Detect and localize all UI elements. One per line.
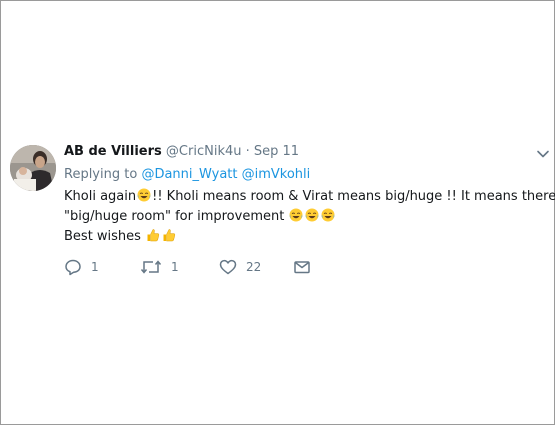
face-with-tears-of-joy-emoji	[289, 208, 303, 222]
replying-to-label: Replying to	[64, 167, 138, 182]
reply-icon	[65, 259, 81, 276]
retweet-button[interactable]: 1	[140, 257, 179, 277]
like-button[interactable]: 22	[219, 257, 261, 277]
thumbs-up-emoji	[163, 229, 176, 242]
direct-message-button[interactable]	[293, 257, 311, 277]
tweet-header: AB de Villiers @CricNik4u · Sep 11	[64, 143, 299, 161]
heart-icon	[219, 259, 237, 275]
tweet-text-line-3: Best wishes	[64, 227, 544, 247]
separator-dot: ·	[245, 144, 250, 159]
face-with-tears-of-joy-emoji	[305, 208, 319, 222]
thumbs-up-emoji	[147, 229, 160, 242]
tweet-text-segment: !! Kholi means room & Virat means big/hu…	[152, 189, 555, 204]
author-handle[interactable]: @CricNik4u	[166, 144, 242, 159]
tweet-text-segment: Best wishes	[64, 229, 141, 244]
tweet-card[interactable]: AB de Villiers @CricNik4u · Sep 11 Reply…	[0, 0, 555, 425]
mention-imvkohli[interactable]: @imVkohli	[242, 167, 311, 182]
tweet-date[interactable]: Sep 11	[254, 144, 299, 159]
reply-button[interactable]: 1	[64, 257, 99, 277]
chevron-down-icon[interactable]	[536, 147, 550, 161]
author-name[interactable]: AB de Villiers	[64, 144, 162, 159]
tweet-text-segment: "big/huge room" for improvement	[64, 209, 285, 224]
like-count: 22	[246, 260, 262, 274]
tweet-actions: 1 1 22	[64, 257, 364, 277]
tweet-text-segment: Kholi again	[64, 189, 137, 204]
mail-icon	[294, 261, 310, 274]
mention-danni-wyatt[interactable]: @Danni_Wyatt	[141, 167, 237, 182]
avatar[interactable]	[10, 145, 56, 191]
retweet-icon	[140, 260, 162, 274]
reply-count: 1	[91, 260, 99, 274]
tweet-text: Kholi again !! Kholi means room & Virat m…	[64, 187, 555, 247]
face-with-tears-of-joy-emoji	[321, 208, 335, 222]
tweet-text-line-1: Kholi again !! Kholi means room & Virat m…	[64, 187, 555, 207]
replying-to-line: Replying to @Danni_Wyatt @imVkohli	[64, 166, 310, 184]
tweet-text-line-2: "big/huge room" for improvement	[64, 207, 544, 227]
face-with-tears-of-joy-emoji	[137, 188, 151, 202]
retweet-count: 1	[171, 260, 179, 274]
